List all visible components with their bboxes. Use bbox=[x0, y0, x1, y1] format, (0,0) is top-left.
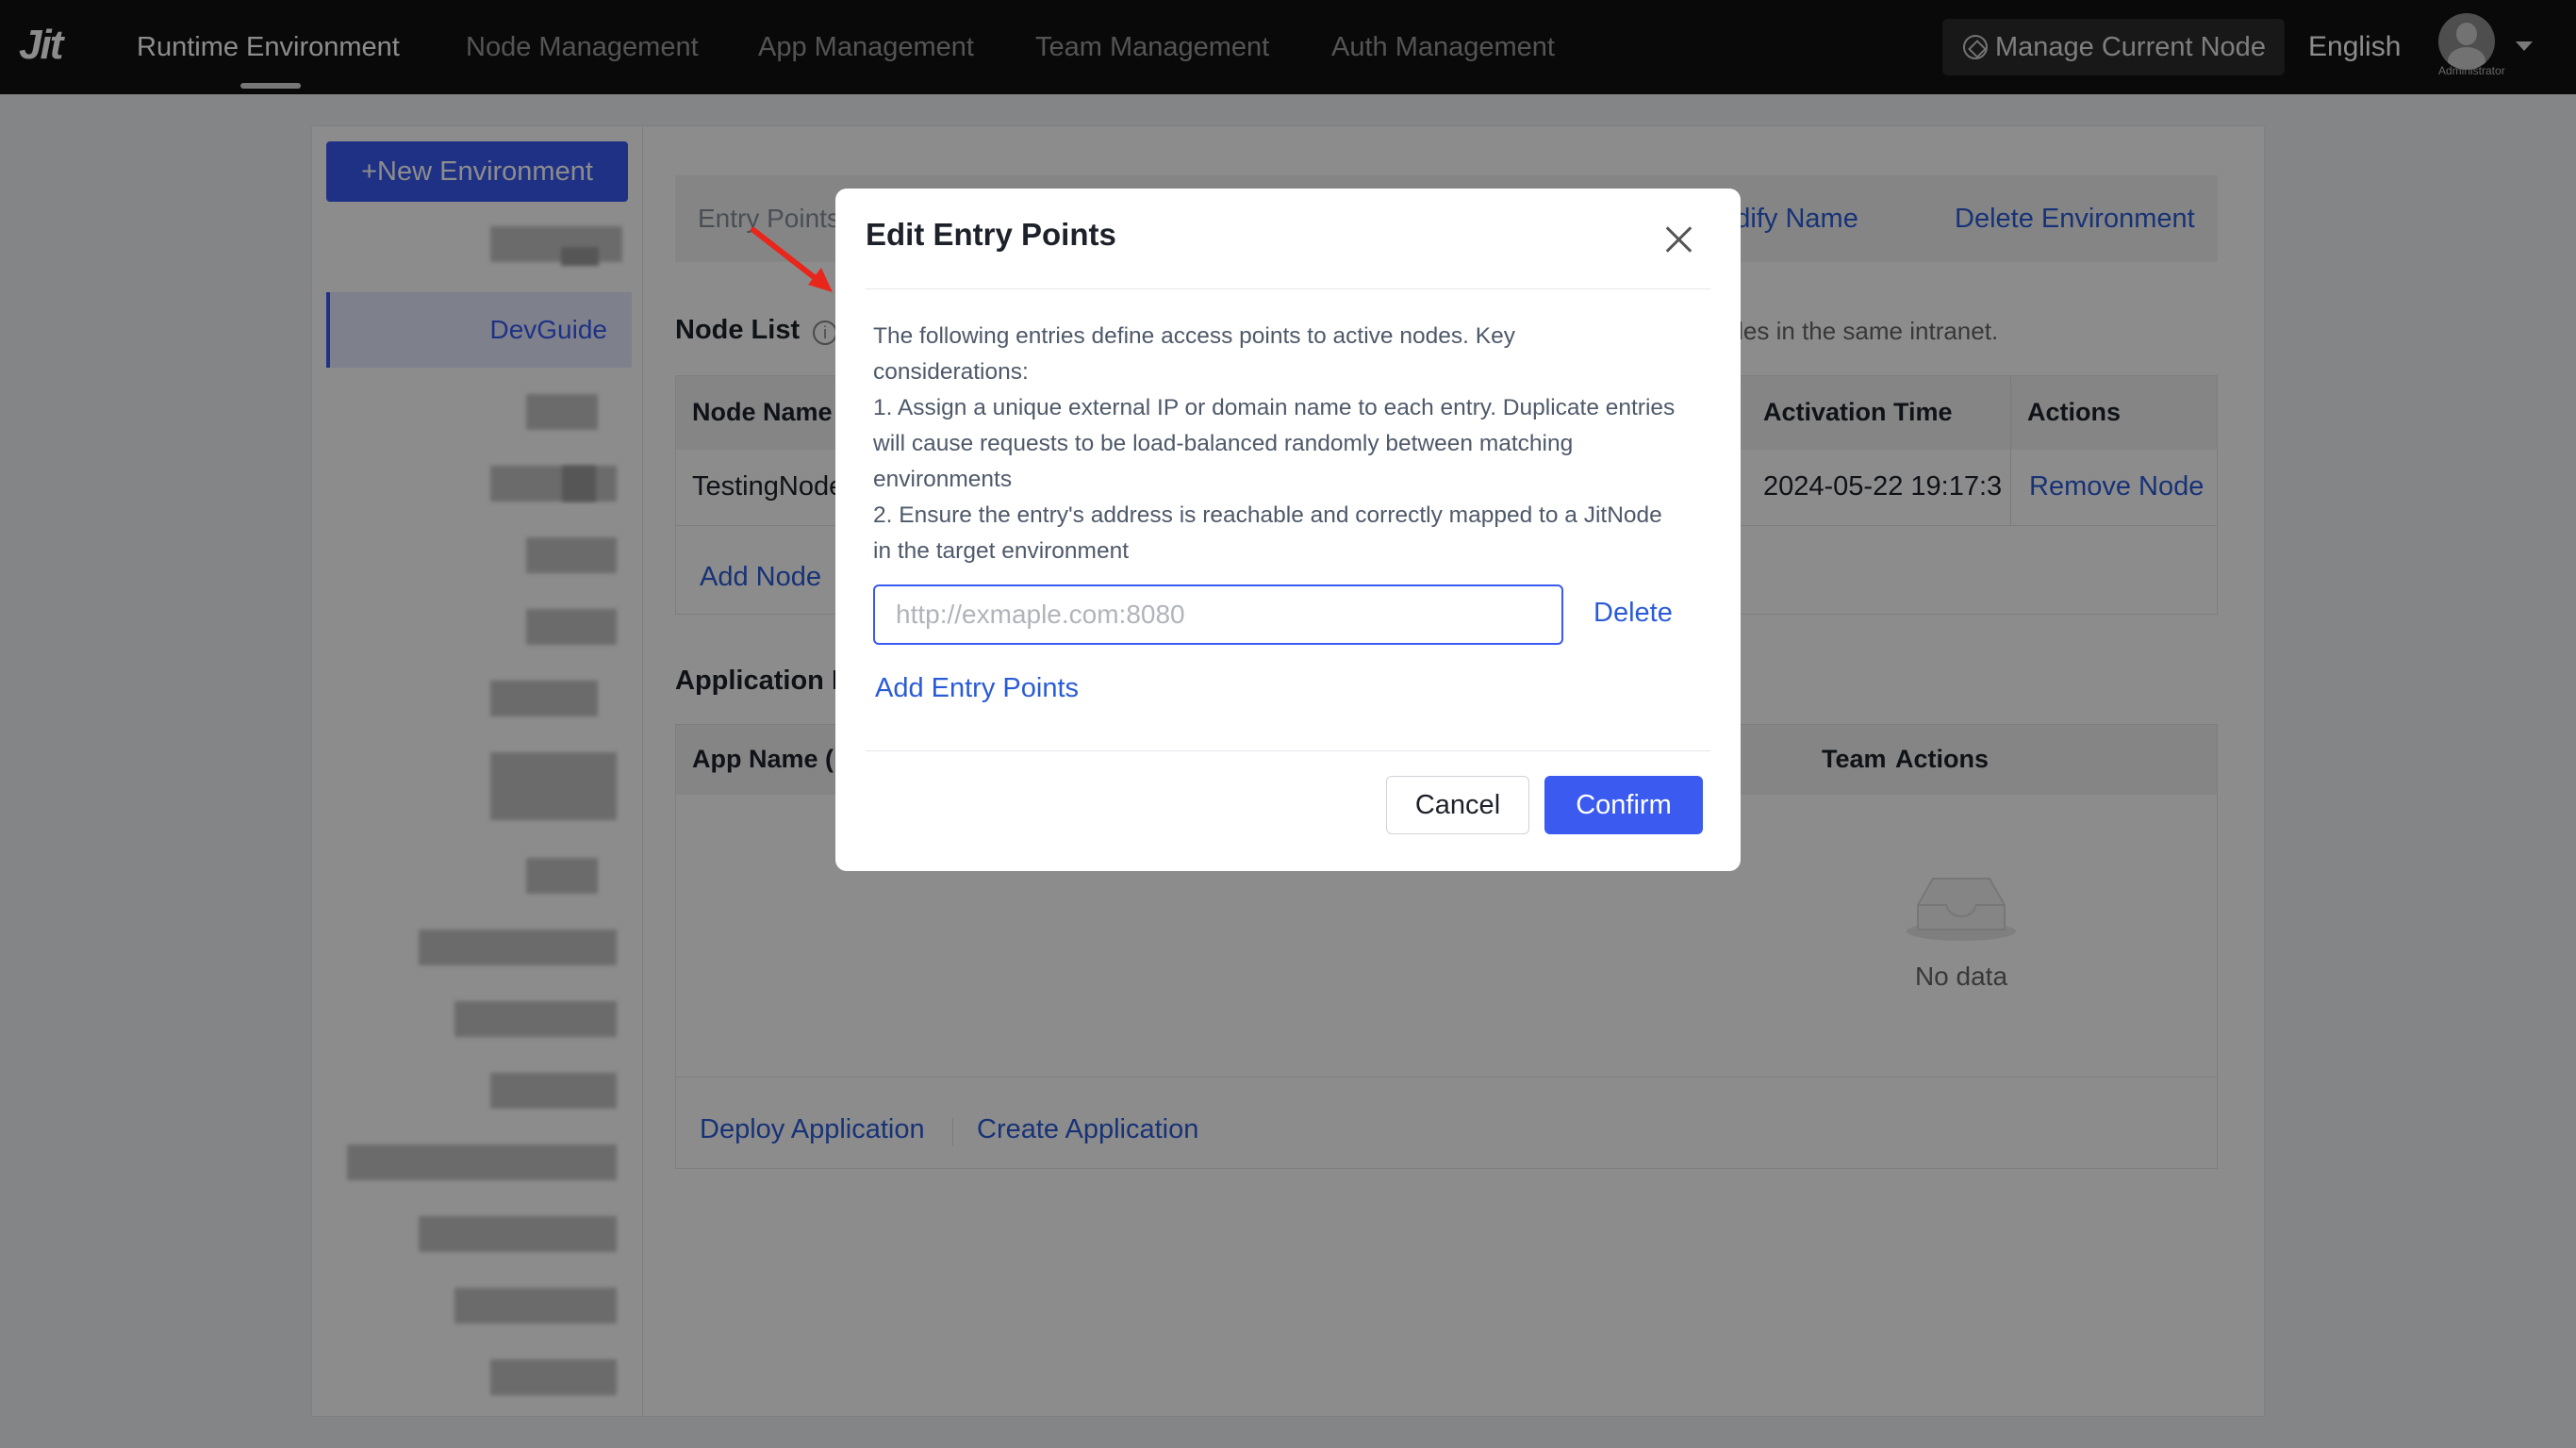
description-line: environments bbox=[873, 467, 1013, 492]
footer-divider bbox=[866, 750, 1710, 751]
header-divider bbox=[866, 288, 1710, 289]
description-line: The following entries define access poin… bbox=[873, 323, 1515, 349]
delete-entry-link[interactable]: Delete bbox=[1593, 598, 1673, 629]
red-arrow-annotation bbox=[751, 227, 833, 292]
add-entry-points-link[interactable]: Add Entry Points bbox=[875, 673, 1079, 704]
description-line: 1. Assign a unique external IP or domain… bbox=[873, 395, 1676, 420]
cancel-button[interactable]: Cancel bbox=[1386, 776, 1529, 834]
dialog-description: The following entries define access poin… bbox=[873, 319, 1703, 569]
description-line: considerations: bbox=[873, 359, 1029, 385]
dialog-title: Edit Entry Points bbox=[866, 217, 1116, 252]
edit-entry-points-dialog: Edit Entry Points The following entries … bbox=[835, 189, 1741, 871]
entry-point-input[interactable] bbox=[873, 584, 1563, 645]
confirm-button[interactable]: Confirm bbox=[1544, 776, 1703, 834]
description-line: in the target environment bbox=[873, 538, 1130, 564]
close-icon[interactable] bbox=[1658, 219, 1699, 260]
description-line: will cause requests to be load-balanced … bbox=[873, 431, 1574, 456]
description-line: 2. Ensure the entry's address is reachab… bbox=[873, 502, 1662, 528]
